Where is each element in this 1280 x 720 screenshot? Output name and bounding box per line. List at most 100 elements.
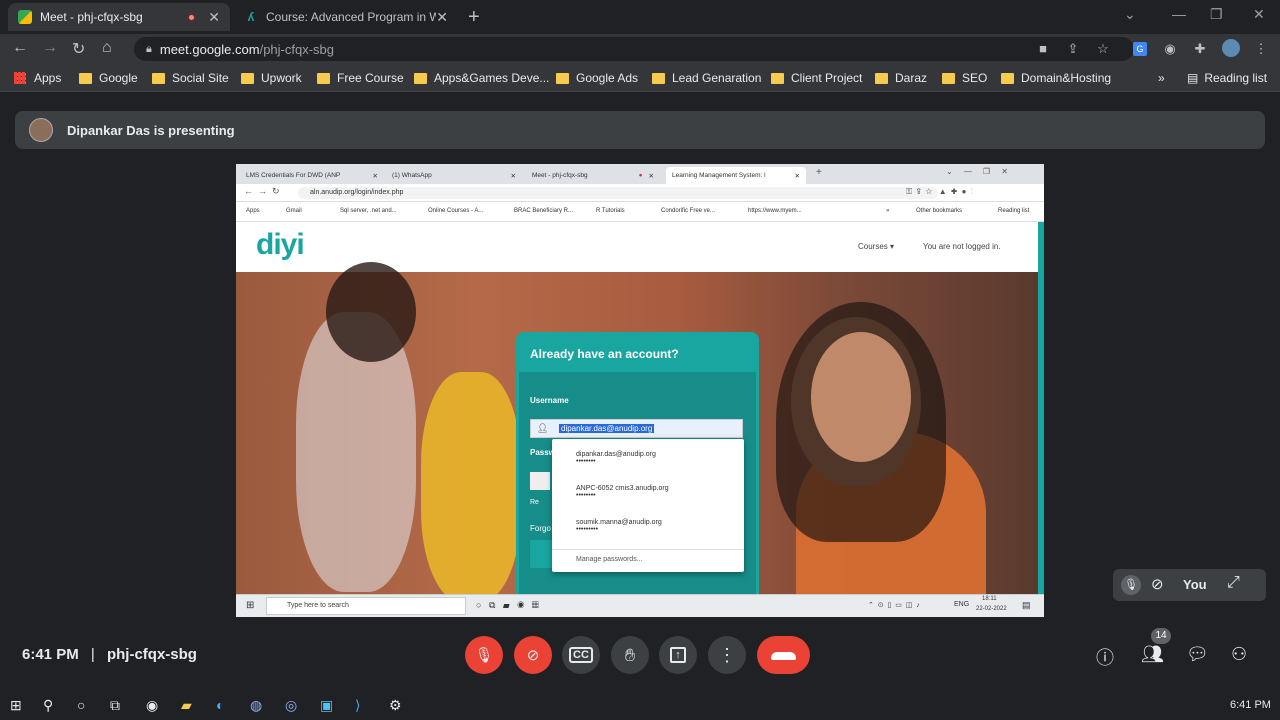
presenter-avatar [29,118,53,142]
bookmark-folder[interactable]: Apps&Games Deve... [414,71,549,85]
tab-title: Meet - phj-cfqx-sbg [40,10,143,24]
more-options-button[interactable]: ⋮ [708,636,746,674]
url-host: meet.google.com [159,41,260,57]
shared-tab-active: Learning Management System: l ✕ [666,167,806,184]
meeting-code: phj-cfqx-sbg [106,646,197,663]
tab-title: Course: Advanced Program in W [266,10,436,24]
recording-icon [187,12,197,22]
people-icon[interactable]: 👥︎ [1141,644,1164,665]
folder-icon [1001,72,1014,84]
expand-icon[interactable]: ⤢ [1227,574,1240,592]
meeting-details-icon[interactable]: ⓘ [1096,644,1114,670]
app-icon[interactable]: ⚙ [389,697,402,714]
close-window-button[interactable]: ✕ [1253,6,1265,23]
presenting-text: Dipankar Das is presenting [67,122,235,138]
reading-list-button[interactable]: ▤ Reading list [1187,71,1267,85]
folder-icon [152,72,165,84]
username-label: Username [530,396,569,405]
hand-icon: ✋︎ [624,644,636,665]
app-icon[interactable]: ▣ [320,697,333,714]
screenshot-icon[interactable]: ◉ [1163,42,1177,56]
new-tab-button[interactable]: + [468,6,480,29]
captions-button[interactable]: CC [562,636,600,674]
chrome-icon[interactable]: ◉ [146,697,158,714]
tab-search-icon[interactable]: ⌄ [1124,6,1136,23]
bookmark-star-icon[interactable]: ☆ [1096,42,1110,56]
tab-course[interactable]: ʎ Course: Advanced Program in W ✕ [234,3,458,31]
end-call-button[interactable] [757,636,810,674]
vscode-icon[interactable]: ⟩ [355,697,360,714]
bookmark-folder[interactable]: Lead Genaration [652,71,761,85]
folder-icon [556,72,569,84]
folder-icon [241,72,254,84]
app-icon[interactable]: ◎ [285,697,297,714]
person-shape [326,262,416,362]
shared-tab: Meet - phj-cfqx-sbg ● ✕ [532,172,654,180]
phone-hangup-icon [771,652,796,660]
password-icon [530,472,550,490]
edge-icon[interactable]: ◐ [216,697,224,713]
self-label: You [1183,577,1207,592]
activities-icon[interactable]: ⚇ [1231,644,1247,665]
close-icon[interactable]: ✕ [436,9,448,26]
cortana-icon[interactable]: ○ [77,697,85,713]
autocomplete-item: soumik.manna@anudip.org ••••••••• [576,519,662,533]
more-dots-icon: ⋮ [718,644,736,665]
address-bar[interactable]: 🔒︎ meet.google.com/phj-cfqx-sbg [134,37,1134,61]
minimize-button[interactable]: — [1172,6,1186,22]
shared-window-controls: ⌄ — ❐ ✕ [946,167,1008,176]
username-value: dipankar.das@anudip.org [559,424,655,433]
windows-start-icon[interactable]: ⊞ [10,697,22,714]
login-heading: Already have an account? [530,347,679,361]
reload-icon[interactable]: ↻ [72,39,85,59]
anudip-icon: ʎ [247,10,255,24]
extensions-icon[interactable]: ✚ [1193,42,1207,56]
bookmark-folder[interactable]: Client Project [771,71,862,85]
shared-new-tab-icon: + [816,167,822,178]
browser-toolbar: ← → ↻ ⌂ 🔒︎ meet.google.com/phj-cfqx-sbg … [0,34,1280,64]
folder-icon [875,72,888,84]
self-view-tile[interactable]: 🎙︎ ⊘ You ⤢ [1113,569,1266,601]
folder-icon [771,72,784,84]
bookmark-folder[interactable]: Social Site [152,71,229,85]
forgot-link: Forgo [530,524,551,533]
close-icon[interactable]: ✕ [208,9,220,26]
chat-icon[interactable]: 💬︎ [1186,644,1209,665]
bookmark-folder[interactable]: Google Ads [556,71,638,85]
camera-icon[interactable]: ■ [1036,42,1050,56]
bookmark-folder[interactable]: Domain&Hosting [1001,71,1111,85]
bookmark-folder[interactable]: SEO [942,71,987,85]
menu-dots-icon[interactable]: ⋮ [1254,42,1268,56]
raise-hand-button[interactable]: ✋︎ [611,636,649,674]
shared-address-bar: ← → ↻ aln.anudip.org/login/index.php ⚿ ⇪… [236,184,1044,202]
bookmark-folder[interactable]: Google [79,71,138,85]
mic-off-icon: 🎙︎ [1121,575,1141,595]
back-icon[interactable]: ← [12,39,28,57]
mic-toggle-button[interactable]: 🎙︎ [465,636,503,674]
forward-icon[interactable]: → [42,39,58,57]
windows-taskbar [0,690,1280,720]
present-icon: ↑ [670,647,686,663]
shared-tray-date: 22-02-2022 [976,606,1007,612]
shared-scrollbar [1038,222,1044,594]
bookmark-folder[interactable]: Upwork [241,71,302,85]
bookmark-folder[interactable]: Free Course [317,71,404,85]
task-view-icon[interactable]: ⧉ [110,697,120,714]
profile-avatar[interactable] [1222,39,1240,57]
present-button[interactable]: ↑ [659,636,697,674]
search-icon[interactable]: ⚲ [43,697,53,714]
home-icon[interactable]: ⌂ [102,39,112,57]
captions-icon: CC [569,647,593,663]
camera-off-icon: ⊘ [1151,576,1164,593]
share-icon[interactable]: ⇪ [1066,42,1080,56]
translate-icon[interactable]: G [1133,42,1147,56]
restore-button[interactable]: ❐ [1210,6,1223,23]
bookmark-apps[interactable]: Apps [14,71,61,85]
camera-toggle-button[interactable]: ⊘ [514,636,552,674]
bookmark-folder[interactable]: Daraz [875,71,927,85]
app-icon[interactable]: ◍ [250,697,262,714]
tab-meet[interactable]: Meet - phj-cfqx-sbg ✕ [8,3,230,31]
url-path: /phj-cfqx-sbg [259,41,335,57]
file-explorer-icon[interactable]: ▰ [181,697,192,714]
more-bookmarks-button[interactable]: » [1158,71,1165,85]
